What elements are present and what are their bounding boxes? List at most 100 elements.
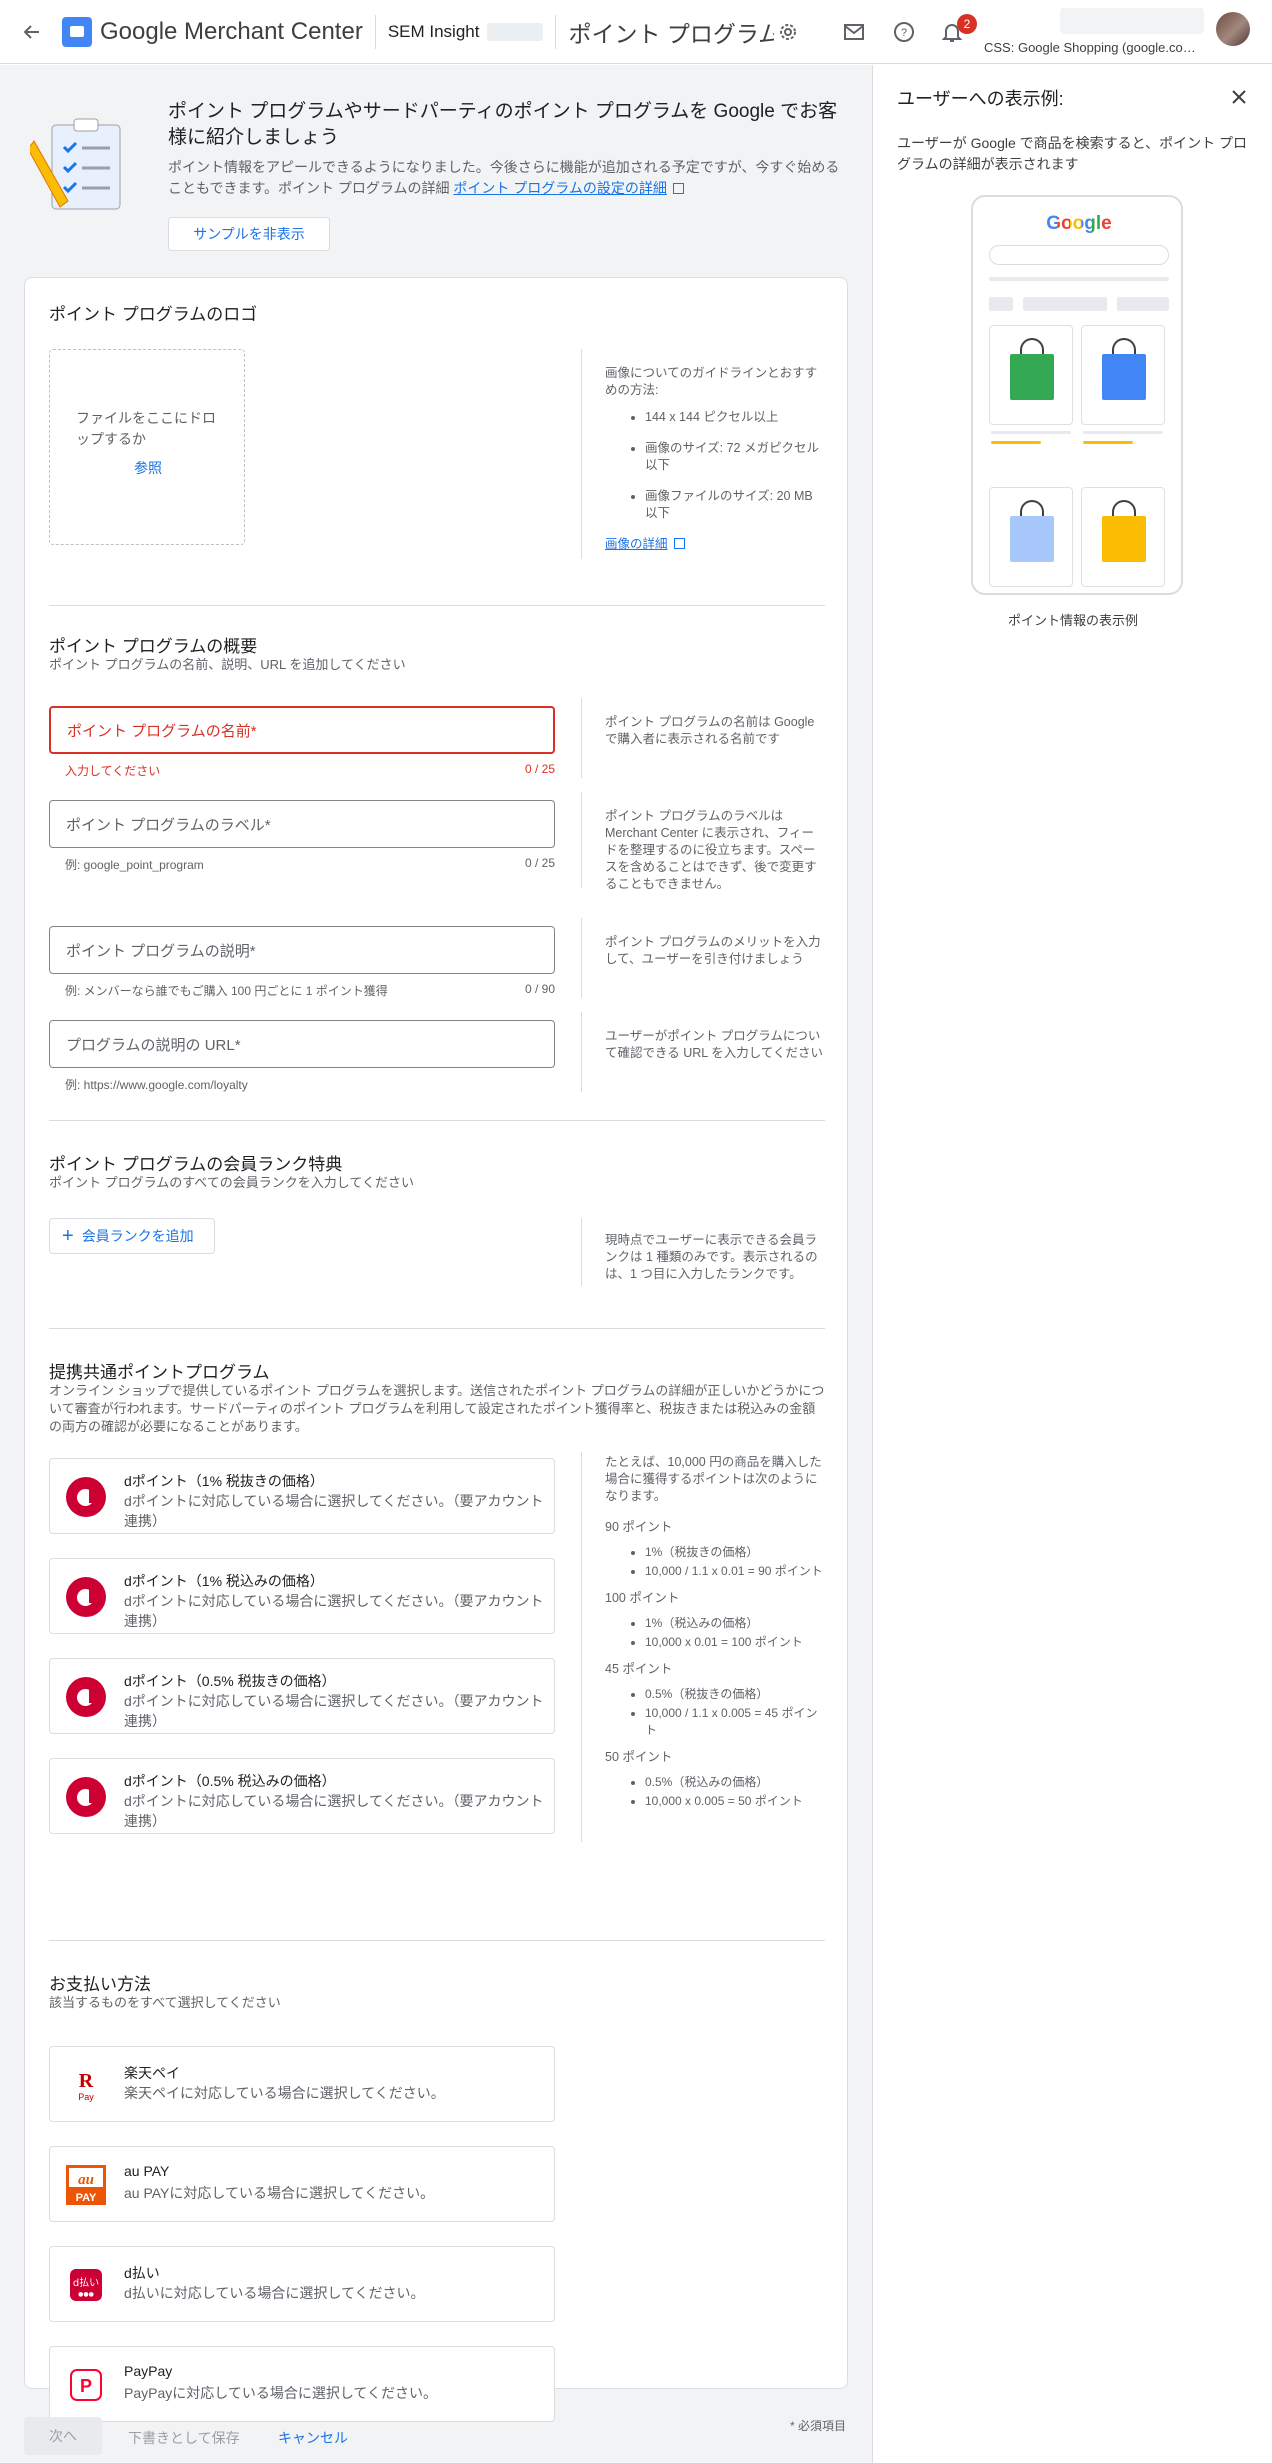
dpoint-logo-icon: [64, 1775, 108, 1819]
tiers-section-title: ポイント プログラムの会員ランク特典: [49, 1155, 343, 1174]
dpoint-option-3[interactable]: dポイント（0.5% 税抜きの価格） dポイントに対応している場合に選択してくだ…: [49, 1658, 555, 1734]
preview-product-tile: [989, 487, 1073, 587]
svg-text:au: au: [78, 2172, 94, 2188]
au-pay-logo-icon: au PAY: [64, 2163, 108, 2207]
browse-link[interactable]: 参照: [50, 458, 246, 478]
example-line: 10,000 / 1.1 x 0.005 = 45 ポイント: [645, 1705, 825, 1739]
example-line: 10,000 x 0.005 = 50 ポイント: [645, 1793, 825, 1810]
option-description: PayPayに対応している場合に選択してください。: [124, 2385, 437, 2401]
drop-zone-text: ファイルをここにドロップするか: [76, 410, 216, 447]
tiers-hint: 現時点でユーザーに表示できる会員ランクは 1 種類のみです。表示されるのは、1 …: [605, 1233, 818, 1281]
example-line: 10,000 x 0.01 = 100 ポイント: [645, 1634, 825, 1651]
preview-text: [991, 431, 1071, 434]
topbar-divider: [374, 14, 376, 49]
form-card: ポイント プログラムのロゴ ファイルをここにドロップするか 参照 画像についての…: [24, 277, 848, 2422]
program-description-hint: ポイント プログラムのメリットを入力して、ユーザーを引き付けましょう: [605, 935, 821, 966]
partner-section-title: 提携共通ポイントプログラム: [49, 1363, 270, 1382]
mail-icon[interactable]: [842, 20, 866, 44]
main-content: ポイント プログラムやサードパーティのポイント プログラムを Google でお…: [0, 65, 872, 2463]
guideline-item: 画像ファイルのサイズ: 20 MB 以下: [645, 488, 825, 522]
help-icon[interactable]: ?: [892, 20, 916, 44]
back-arrow-icon[interactable]: [20, 20, 44, 44]
program-name-error: 入力してください: [65, 764, 161, 778]
option-description: au PAYに対応している場合に選択してください。: [124, 2185, 435, 2201]
gear-icon[interactable]: [776, 20, 800, 44]
d-barai-logo-icon: d払い ●●●: [64, 2263, 108, 2307]
dpoint-logo-icon: [64, 1475, 108, 1519]
paypay-option[interactable]: P PayPay PayPayに対応している場合に選択してください。: [49, 2346, 555, 2422]
option-description: 楽天ペイに対応している場合に選択してください。: [124, 2085, 445, 2101]
au-pay-option[interactable]: au PAY au PAY au PAYに対応している場合に選択してください。: [49, 2146, 555, 2222]
cancel-button[interactable]: キャンセル: [278, 2428, 348, 2448]
close-icon[interactable]: [1227, 85, 1251, 109]
required-note: * 必須項目: [790, 2419, 847, 2433]
add-tier-button[interactable]: + 会員ランクを追加: [49, 1218, 215, 1254]
program-name-input[interactable]: ポイント プログラムの名前*: [49, 706, 555, 754]
preview-filter: [1023, 297, 1107, 311]
phone-preview: Google: [971, 195, 1183, 595]
preview-rating: [1083, 441, 1133, 444]
option-description: dポイントに対応している場合に選択してください。（要アカウント連携）: [124, 1793, 544, 1829]
dpoint-option-2[interactable]: dポイント（1% 税込みの価格） dポイントに対応している場合に選択してください…: [49, 1558, 555, 1634]
option-title: au PAY: [124, 2163, 170, 2179]
topbar-divider: [555, 14, 557, 49]
account-id-redacted: [487, 22, 544, 41]
loyalty-setup-link[interactable]: ポイント プログラムの設定の詳細: [453, 180, 666, 196]
section-divider: [49, 605, 825, 606]
column-divider: [581, 792, 582, 888]
program-name-hint: ポイント プログラムの名前は Google で購入者に表示される名前です: [605, 715, 815, 746]
page-title: ポイント プログラム...: [568, 20, 775, 47]
preview-side-panel: ユーザーへの表示例: ユーザーが Google で商品を検索すると、ポイント プ…: [872, 65, 1272, 2463]
preview-filter: [1117, 297, 1169, 311]
overview-section-title: ポイント プログラムの概要: [49, 637, 258, 656]
hide-sample-button[interactable]: サンプルを非表示: [168, 217, 330, 251]
dpoint-option-1[interactable]: dポイント（1% 税抜きの価格） dポイントに対応している場合に選択してください…: [49, 1458, 555, 1534]
css-account-label[interactable]: CSS: Google Shopping (google.com/sh...: [984, 40, 1204, 55]
save-draft-button[interactable]: 下書きとして保存: [128, 2428, 240, 2448]
dpoint-option-4[interactable]: dポイント（0.5% 税込みの価格） dポイントに対応している場合に選択してくだ…: [49, 1758, 555, 1834]
dpoint-logo-icon: [64, 1675, 108, 1719]
svg-text:R: R: [79, 2070, 94, 2092]
svg-text:PAY: PAY: [76, 2192, 97, 2204]
svg-text:P: P: [80, 2376, 92, 2396]
example-label: 100 ポイント: [605, 1591, 680, 1605]
option-title: dポイント（1% 税抜きの価格）: [124, 1473, 324, 1489]
payment-section-subtitle: 該当するものをすべて選択してください: [49, 1995, 281, 2010]
preview-caption: ポイント情報の表示例: [1007, 613, 1138, 628]
side-panel-title: ユーザーへの表示例:: [897, 89, 1064, 109]
program-label-example: 例: google_point_program: [65, 858, 204, 872]
image-guidelines: 画像についてのガイドラインとおすすめの方法: 144 x 144 ピクセル以上 …: [605, 365, 825, 553]
svg-text:d払い: d払い: [73, 2276, 99, 2289]
example-label: 45 ポイント: [605, 1662, 673, 1676]
program-label-hint: ポイント プログラムのラベルは Merchant Center に表示され、フィ…: [605, 809, 817, 891]
program-description-input[interactable]: ポイント プログラムの説明*: [49, 926, 555, 974]
external-link-icon: [672, 183, 684, 194]
account-name[interactable]: SEM Insight: [388, 22, 480, 42]
program-name-counter: 0 / 25: [524, 762, 555, 776]
image-details-link[interactable]: 画像の詳細: [605, 537, 668, 551]
app-brand: Google Merchant Center: [100, 17, 363, 45]
paypay-logo-icon: P: [64, 2363, 108, 2407]
column-divider: [581, 918, 582, 998]
program-url-hint: ユーザーがポイント プログラムについて確認できる URL を入力してください: [605, 1029, 823, 1060]
program-url-input[interactable]: プログラムの説明の URL*: [49, 1020, 555, 1068]
section-divider: [49, 1940, 825, 1941]
banner-title: ポイント プログラムやサードパーティのポイント プログラムを Google でお…: [168, 101, 838, 148]
rakuten-pay-option[interactable]: R Pay 楽天ペイ 楽天ペイに対応している場合に選択してください。: [49, 2046, 555, 2122]
d-barai-option[interactable]: d払い ●●● d払い d払いに対応している場合に選択してください。: [49, 2246, 555, 2322]
example-line: 1%（税抜きの価格）: [645, 1544, 825, 1561]
avatar[interactable]: [1216, 12, 1250, 46]
program-label-input[interactable]: ポイント プログラムのラベル*: [49, 800, 555, 848]
column-divider: [581, 1012, 582, 1092]
option-title: dポイント（1% 税込みの価格）: [124, 1573, 324, 1589]
example-line: 10,000 / 1.1 x 0.01 = 90 ポイント: [645, 1563, 825, 1580]
google-logo: Google: [1046, 213, 1112, 234]
preview-tabs: [989, 277, 1169, 281]
preview-product-tile: [1081, 487, 1165, 587]
option-title: 楽天ペイ: [124, 2065, 180, 2081]
logo-drop-zone[interactable]: ファイルをここにドロップするか 参照: [49, 349, 245, 545]
external-link-icon: [673, 538, 685, 549]
option-description: dポイントに対応している場合に選択してください。（要アカウント連携）: [124, 1593, 544, 1629]
clipboard-illustration-icon: [27, 113, 130, 223]
next-button[interactable]: 次へ: [24, 2417, 102, 2455]
